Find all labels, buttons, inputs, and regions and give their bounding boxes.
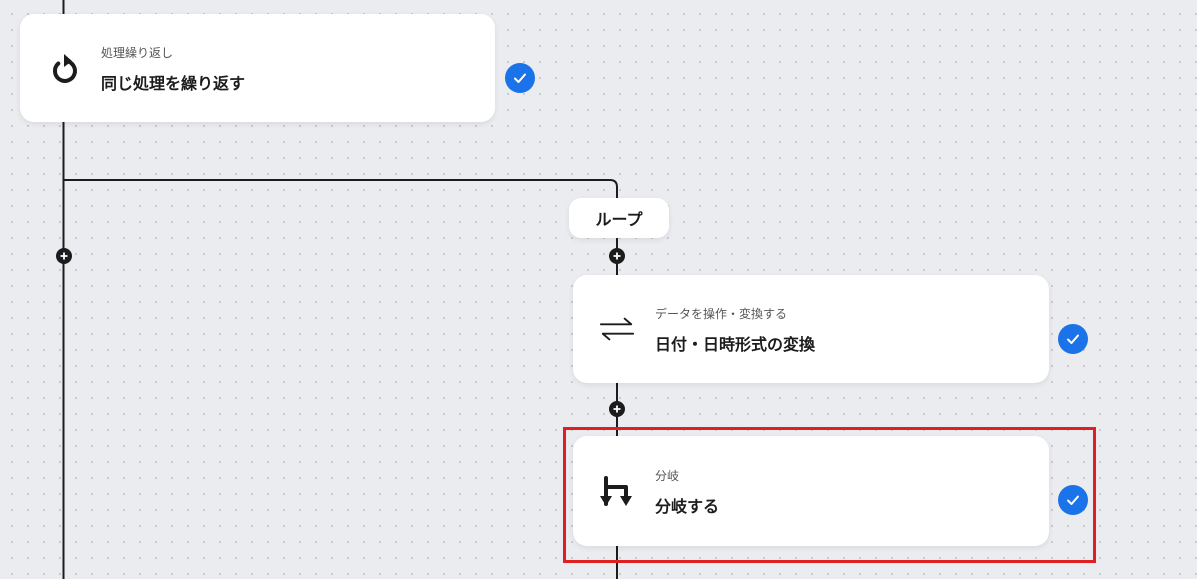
convert-arrows-icon xyxy=(599,311,635,347)
repeat-step-card[interactable]: 処理繰り返し 同じ処理を繰り返す xyxy=(20,14,495,122)
workflow-canvas: 処理繰り返し 同じ処理を繰り返す ループ データを操作・変換する 日付・日時形式… xyxy=(0,0,1197,579)
loop-label: ループ xyxy=(569,198,669,238)
add-step-plus-icon[interactable] xyxy=(56,248,72,264)
add-step-plus-icon[interactable] xyxy=(609,401,625,417)
repeat-icon xyxy=(46,51,82,87)
branch-step-title: 分岐する xyxy=(655,497,720,516)
branch-step-card[interactable]: 分岐 分岐する xyxy=(573,436,1049,546)
repeat-step-subtitle: 処理繰り返し xyxy=(101,46,174,60)
completed-check-icon xyxy=(505,63,535,93)
completed-check-icon xyxy=(1058,485,1088,515)
completed-check-icon xyxy=(1058,324,1088,354)
convert-step-title: 日付・日時形式の変換 xyxy=(655,335,816,354)
convert-step-card[interactable]: データを操作・変換する 日付・日時形式の変換 xyxy=(573,275,1049,383)
convert-step-subtitle: データを操作・変換する xyxy=(655,307,788,321)
branch-step-subtitle: 分岐 xyxy=(655,469,680,483)
branch-icon xyxy=(599,473,635,509)
add-step-plus-icon[interactable] xyxy=(609,248,625,264)
repeat-step-title: 同じ処理を繰り返す xyxy=(101,74,246,93)
